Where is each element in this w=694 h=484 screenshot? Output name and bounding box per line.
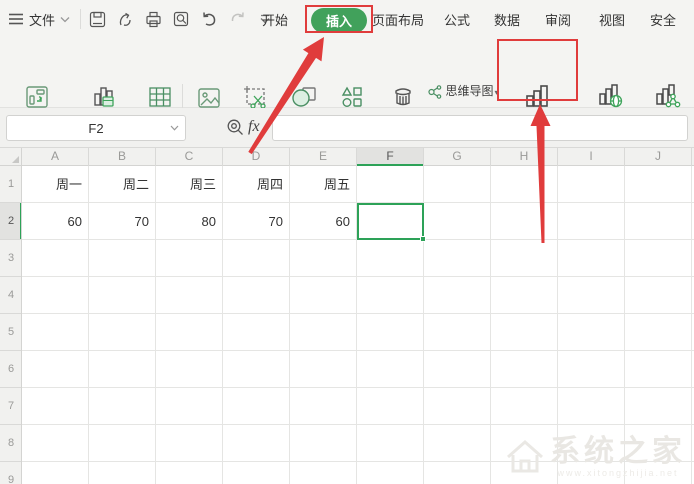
tab-label: 审阅 [545,10,571,29]
tab-label: 开始 [262,10,288,29]
export-pdf-icon[interactable] [116,10,134,28]
screenshot-icon [243,80,269,110]
tab-page-layout[interactable]: 页面布局 [372,0,424,38]
name-box-dropdown-icon[interactable] [170,125,179,131]
row-headers: 1 2 3 4 5 6 7 8 9 [0,166,22,484]
cell-A2[interactable]: 60 [22,203,89,240]
row-header-4[interactable]: 4 [0,277,22,314]
spreadsheet-grid: A B C D E F G H I J 1 2 3 4 5 6 7 8 9 周一… [0,148,694,484]
undo-icon[interactable] [200,10,218,28]
annotation-box-insert-tab [305,5,373,33]
picture-icon [196,80,222,110]
table-icon [147,80,173,110]
select-all-corner[interactable] [0,148,22,166]
cell-A1[interactable]: 周一 [22,166,89,203]
mind-map-icon [427,85,442,99]
print-preview-icon[interactable] [172,10,190,28]
toolbar-divider [80,9,81,29]
tab-security[interactable]: 安全 [650,0,676,38]
watermark-text: 系统之家 www.xitongzhijia.net [550,436,686,478]
row-header-5[interactable]: 5 [0,314,22,351]
pivot-table-icon [24,80,50,110]
row-header-7[interactable]: 7 [0,388,22,425]
watermark-url: www.xitongzhijia.net [557,468,678,478]
row-header-6[interactable]: 6 [0,351,22,388]
tab-label: 视图 [599,10,625,29]
cell-D2[interactable]: 70 [223,203,290,240]
tab-label: 数据 [494,10,520,29]
tab-view[interactable]: 视图 [599,0,625,38]
tab-label: 页面布局 [372,10,424,29]
corner-triangle-icon [12,156,19,163]
magnifier-icon[interactable] [226,118,245,137]
tab-review[interactable]: 审阅 [545,0,571,38]
tab-label: 安全 [650,10,676,29]
cell-B2[interactable]: 70 [89,203,156,240]
presentation-charts-icon [653,80,683,110]
ribbon: 数据透视表 数据透视图 表格 图片▾ 截屏▾ [0,38,694,108]
function-diagram-icon [390,80,416,110]
tab-home[interactable]: 开始 [262,0,288,38]
watermark-title: 系统之家 [550,436,686,468]
quick-access-toolbar [88,0,274,38]
online-charts-icon [596,80,626,110]
column-header-c[interactable]: C [156,148,223,166]
cell-C2[interactable]: 80 [156,203,223,240]
wps-spreadsheet-window: 文件 开始 [0,0,694,484]
row-header-2[interactable]: 2 [0,203,22,240]
fx-icon[interactable]: fx [248,118,260,136]
file-menu[interactable]: 文件 [8,0,70,38]
cell-E2[interactable]: 60 [290,203,357,240]
column-header-f[interactable]: F [357,148,424,166]
watermark: 系统之家 www.xitongzhijia.net [504,436,686,478]
file-menu-label[interactable]: 文件 [29,10,55,29]
column-headers: A B C D E F G H I J [22,148,694,166]
save-icon[interactable] [88,10,106,28]
pivot-chart-icon [91,80,119,110]
row-header-9[interactable]: 9 [0,462,22,484]
cell-C1[interactable]: 周三 [156,166,223,203]
print-icon[interactable] [144,10,162,28]
formula-input[interactable] [272,115,688,141]
column-header-j[interactable]: J [625,148,692,166]
cell-B1[interactable]: 周二 [89,166,156,203]
watermark-house-icon [504,437,546,477]
hamburger-menu-icon[interactable] [8,12,24,26]
tab-data[interactable]: 数据 [494,0,520,38]
button-label: 思维导图▾ [445,84,498,100]
row-header-3[interactable]: 3 [0,240,22,277]
row-header-1[interactable]: 1 [0,166,22,203]
shapes-icon [290,80,318,110]
annotation-box-all-charts [497,39,578,101]
chevron-down-icon[interactable] [60,16,70,23]
fill-handle[interactable] [420,236,426,242]
redo-icon[interactable] [228,10,246,28]
column-header-b[interactable]: B [89,148,156,166]
tab-label: 公式 [444,10,470,29]
icon-library-icon [339,80,365,110]
column-header-h[interactable]: H [491,148,558,166]
cell-E1[interactable]: 周五 [290,166,357,203]
cell-D1[interactable]: 周四 [223,166,290,203]
formula-bar: fx [0,108,694,148]
mind-map-button[interactable]: 思维导图▾ [427,80,498,104]
column-header-e[interactable]: E [290,148,357,166]
name-box[interactable] [6,115,186,141]
column-header-d[interactable]: D [223,148,290,166]
tab-formulas[interactable]: 公式 [444,0,470,38]
column-header-a[interactable]: A [22,148,89,166]
cell-selection-F2[interactable] [357,203,424,240]
row-header-8[interactable]: 8 [0,425,22,462]
column-header-i[interactable]: I [558,148,625,166]
column-header-g[interactable]: G [424,148,491,166]
